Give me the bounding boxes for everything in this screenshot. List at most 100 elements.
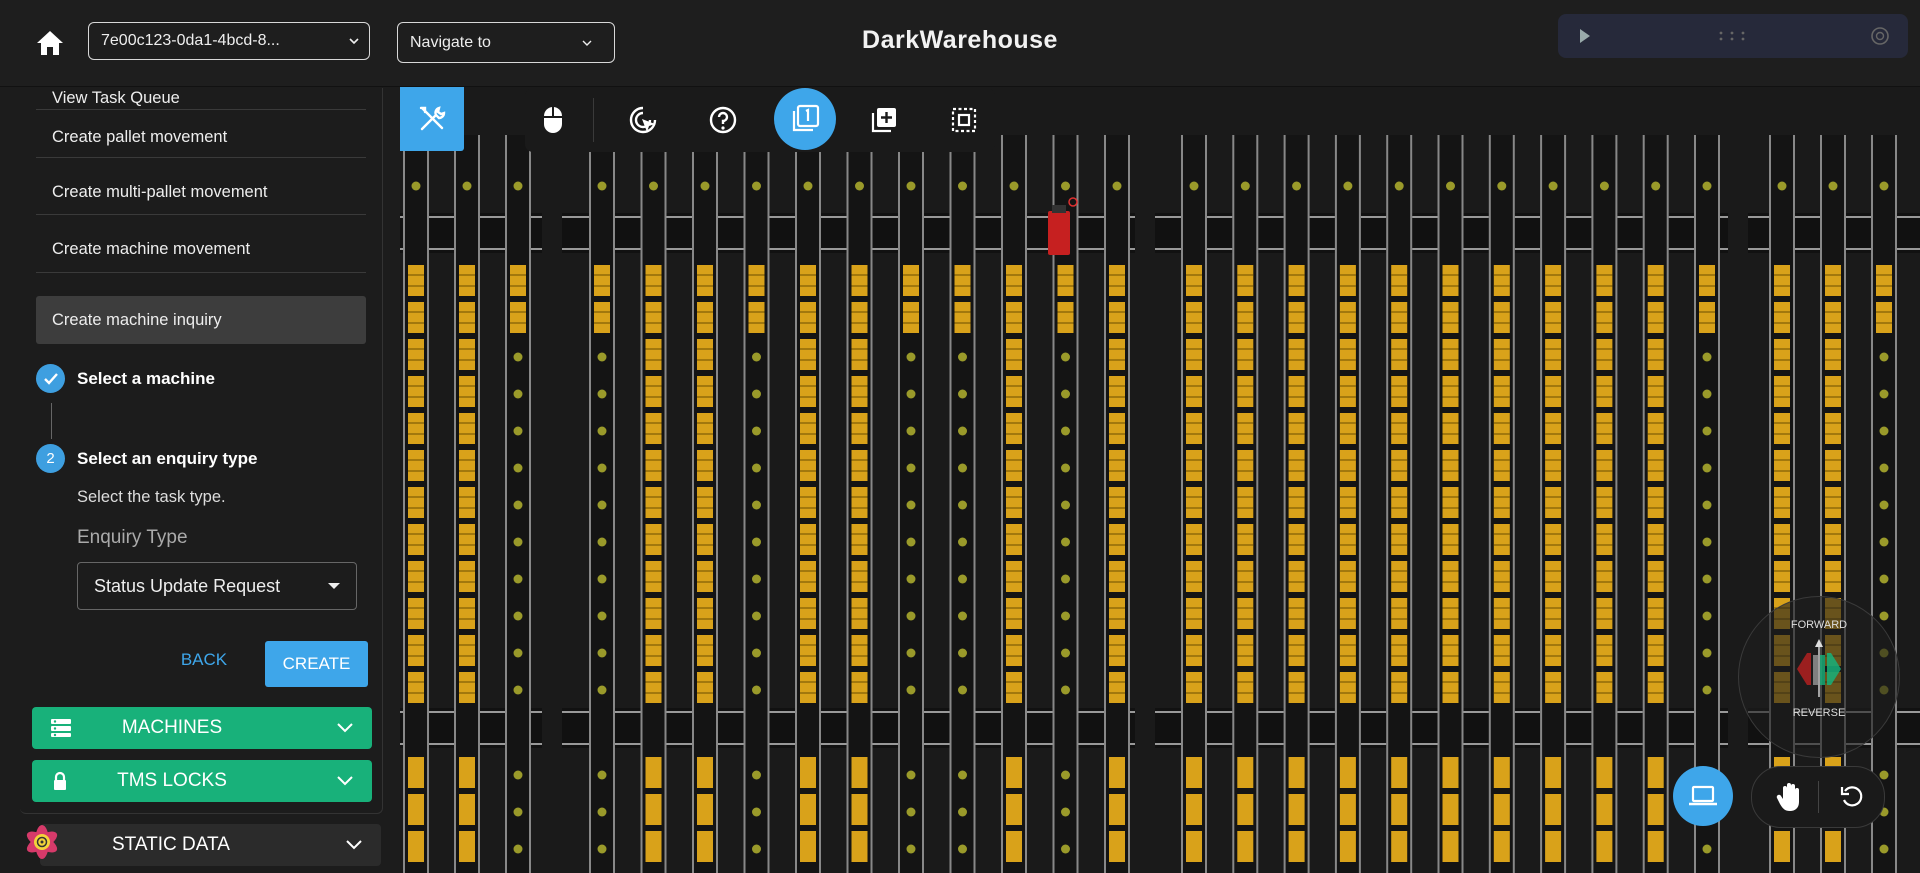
pallet bbox=[1647, 265, 1664, 296]
pallet bbox=[1545, 376, 1562, 407]
slot-marker bbox=[958, 181, 967, 191]
pallet bbox=[408, 265, 424, 296]
pallet bbox=[697, 635, 713, 666]
slot-marker bbox=[906, 463, 916, 473]
pallet bbox=[1339, 413, 1356, 444]
direction-arrows-icon[interactable] bbox=[1789, 635, 1849, 705]
menu-create-machine-movement[interactable]: Create machine movement bbox=[36, 225, 366, 273]
pallet bbox=[800, 339, 816, 370]
playback-bar[interactable] bbox=[1558, 14, 1908, 58]
machines-accordion[interactable]: MACHINES bbox=[32, 707, 372, 749]
slot-marker bbox=[597, 352, 607, 362]
search-icon[interactable] bbox=[1870, 26, 1890, 46]
tms-locks-accordion[interactable]: TMS LOCKS bbox=[32, 760, 372, 802]
pallet bbox=[1391, 561, 1408, 592]
pallet bbox=[1442, 413, 1459, 444]
pallet bbox=[1442, 598, 1459, 629]
chevron-down-icon bbox=[349, 38, 359, 45]
create-button[interactable]: CREATE bbox=[265, 641, 368, 687]
add-layer-button[interactable] bbox=[856, 92, 912, 148]
slot-marker bbox=[1599, 181, 1609, 191]
slot-marker bbox=[1061, 648, 1070, 658]
slot-marker bbox=[597, 463, 607, 473]
warehouse-map[interactable] bbox=[400, 87, 1920, 873]
pallet bbox=[1006, 598, 1022, 629]
select-area-button[interactable] bbox=[936, 92, 992, 148]
pallet bbox=[1493, 672, 1510, 703]
pallet bbox=[1699, 302, 1715, 333]
pallet bbox=[1596, 265, 1613, 296]
back-button[interactable]: BACK bbox=[168, 640, 240, 680]
pallet bbox=[1825, 450, 1841, 481]
slot-marker bbox=[1061, 181, 1070, 191]
pallet bbox=[1006, 450, 1022, 481]
enquiry-type-value: Status Update Request bbox=[94, 575, 281, 596]
pallet bbox=[510, 265, 526, 296]
tools-button[interactable] bbox=[400, 87, 464, 151]
enquiry-type-select[interactable]: Status Update Request bbox=[77, 562, 357, 610]
pallet bbox=[1006, 339, 1022, 370]
session-select[interactable]: 7e00c123-0da1-4bcd-8... bbox=[88, 22, 370, 60]
pallet bbox=[1237, 450, 1254, 481]
slot-marker bbox=[752, 648, 761, 658]
pallet bbox=[1825, 487, 1841, 518]
pallet bbox=[1596, 302, 1613, 333]
reset-rotation-button[interactable] bbox=[1832, 777, 1872, 817]
pallet bbox=[1545, 831, 1562, 862]
pallet bbox=[1825, 561, 1841, 592]
pallet bbox=[408, 524, 424, 555]
menu-create-multi-pallet-movement[interactable]: Create multi-pallet movement bbox=[36, 168, 366, 215]
play-icon[interactable] bbox=[1578, 28, 1592, 44]
pallet bbox=[1596, 524, 1613, 555]
pan-button[interactable] bbox=[1770, 777, 1810, 817]
help-button[interactable] bbox=[695, 92, 751, 148]
static-data-accordion[interactable]: STATIC DATA bbox=[40, 824, 381, 866]
slot-marker bbox=[855, 181, 864, 191]
menu-create-machine-inquiry[interactable]: Create machine inquiry bbox=[36, 296, 366, 344]
pallet bbox=[1057, 265, 1074, 296]
home-button[interactable] bbox=[30, 26, 70, 60]
navigate-select[interactable]: Navigate to bbox=[397, 22, 615, 63]
pallet bbox=[1647, 672, 1664, 703]
hand-icon bbox=[1776, 783, 1799, 811]
pallet bbox=[408, 794, 424, 825]
slot-marker bbox=[1061, 537, 1070, 547]
menu-create-pallet-movement[interactable]: Create pallet movement bbox=[36, 113, 366, 158]
pallet bbox=[1391, 598, 1408, 629]
pallet bbox=[1391, 831, 1408, 862]
pallet bbox=[1545, 524, 1562, 555]
pallet bbox=[800, 757, 816, 788]
slot-marker bbox=[1879, 181, 1889, 191]
select-area-icon bbox=[951, 107, 977, 133]
pallet bbox=[1109, 302, 1125, 333]
direction-control[interactable]: FORWARD REVERSE bbox=[1738, 596, 1900, 758]
view-mode-button[interactable] bbox=[1673, 766, 1733, 826]
cursor-target-button[interactable] bbox=[615, 92, 671, 148]
slot-marker bbox=[958, 648, 967, 658]
pallet bbox=[1647, 635, 1664, 666]
pallet bbox=[697, 450, 713, 481]
pallet bbox=[697, 757, 713, 788]
pallet bbox=[1237, 413, 1254, 444]
layer-one-button[interactable] bbox=[774, 88, 836, 150]
tms-locks-label: TMS LOCKS bbox=[117, 770, 227, 791]
slot-marker bbox=[513, 574, 523, 584]
pallet bbox=[645, 265, 662, 296]
slot-marker bbox=[1343, 181, 1353, 191]
navigate-select-placeholder: Navigate to bbox=[410, 33, 491, 51]
select-mode-button[interactable] bbox=[525, 92, 581, 148]
pallet bbox=[1006, 302, 1022, 333]
slot-marker bbox=[513, 685, 523, 695]
slot-marker bbox=[1702, 685, 1712, 695]
slot-marker bbox=[752, 611, 761, 621]
warehouse-grid[interactable] bbox=[400, 87, 1920, 873]
drag-handle-icon[interactable] bbox=[1718, 30, 1746, 42]
pallet bbox=[1442, 265, 1459, 296]
static-data-label: STATIC DATA bbox=[112, 834, 230, 855]
pallet bbox=[800, 561, 816, 592]
pallet bbox=[1109, 635, 1125, 666]
pallet bbox=[459, 635, 475, 666]
pallet bbox=[1647, 376, 1664, 407]
slot-marker bbox=[1061, 426, 1070, 436]
menu-view-task-queue[interactable]: View Task Queue bbox=[36, 88, 366, 110]
